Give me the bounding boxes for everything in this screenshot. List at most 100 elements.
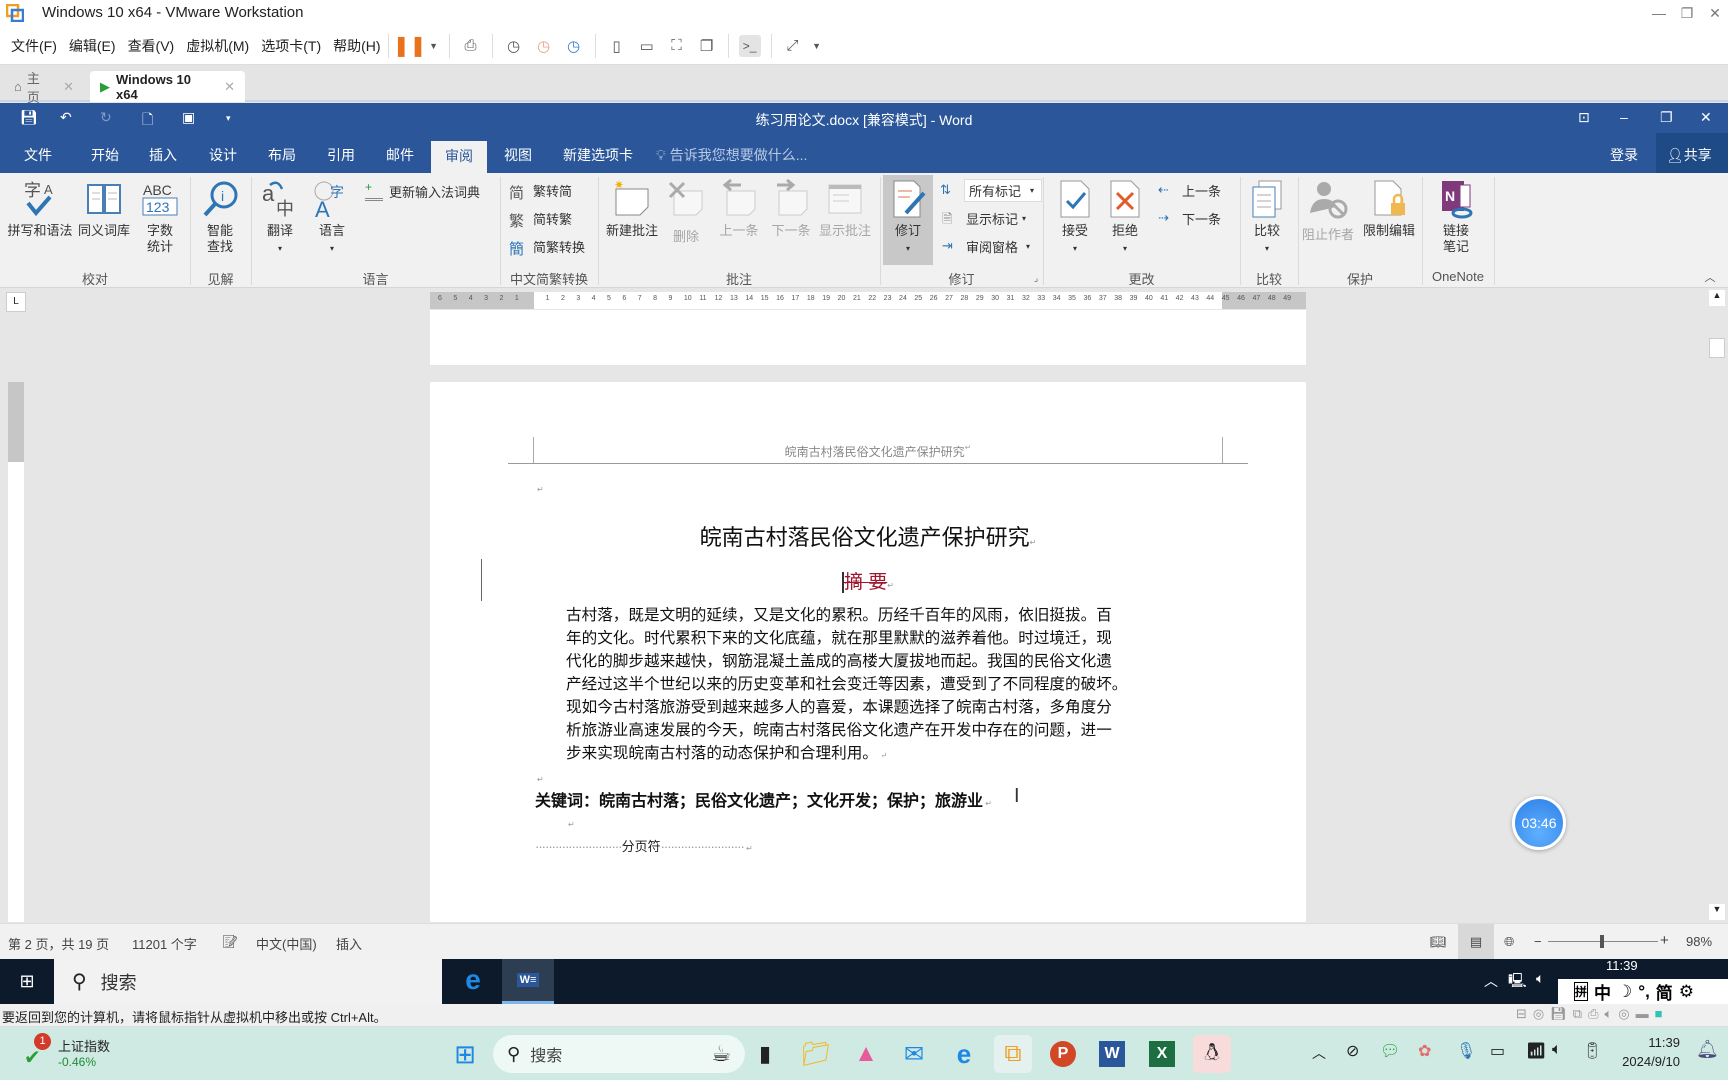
markup-display-select[interactable]: ⇅ 所有标记 ▾	[940, 179, 1042, 202]
accept-button[interactable]: 接受 ▾	[1052, 179, 1098, 257]
cd-icon[interactable]: ◎	[1533, 1006, 1544, 1022]
floppy-icon[interactable]: 💾︎	[1550, 1006, 1567, 1022]
network-icon[interactable]: 🖳︎	[1508, 970, 1527, 994]
ime-settings-icon[interactable]: ⚙	[1679, 982, 1694, 1002]
powerpoint-button[interactable]: P	[1044, 1035, 1082, 1073]
vmware-taskbar-button[interactable]: ⧉	[994, 1035, 1032, 1073]
show-markup-button[interactable]: 🗎︎ 显示标记 ▾	[942, 209, 1026, 228]
menu-tabs[interactable]: 选项卡(T)	[261, 36, 321, 56]
translate-button[interactable]: a中 翻译 ▾	[258, 179, 302, 257]
language-status[interactable]: 中文(中国)	[256, 934, 317, 953]
word-taskbar-button[interactable]: W≡	[502, 959, 554, 1004]
close-button[interactable]: ✕	[1700, 109, 1712, 126]
tell-me-search[interactable]: 💡︎ 告诉我您想要做什么...	[656, 145, 807, 165]
snapshot-take-icon[interactable]: ◷	[503, 35, 525, 57]
sync-off-icon[interactable]: ⊘	[1346, 1041, 1359, 1061]
tab-insert[interactable]: 插入	[149, 145, 177, 165]
abstract-body[interactable]: 古村落，既是文明的延续，又是文化的累积。历经千百年的风雨，依旧挺拔。百 年的文化…	[566, 604, 1206, 767]
pause-icon[interactable]: ❚❚	[393, 35, 427, 57]
floating-timer[interactable]: 03:46	[1512, 796, 1566, 850]
edge-legacy-icon[interactable]: e	[452, 959, 494, 1004]
ime-pinyin[interactable]: 拼	[1574, 982, 1589, 1001]
copilot-button[interactable]: ▲	[847, 1035, 885, 1073]
host-search-box[interactable]: ⚲ 搜索 ☕	[493, 1035, 745, 1073]
minimize-button[interactable]: –	[1620, 109, 1628, 125]
tab-references[interactable]: 引用	[327, 145, 355, 165]
start-button[interactable]: ⊞	[0, 959, 54, 1004]
word-count-button[interactable]: ABC 123 字数 统计	[136, 179, 184, 255]
message-log-icon[interactable]: ■	[1655, 1006, 1663, 1022]
guest-clock[interactable]: 11:39	[1606, 958, 1638, 973]
ribbon-display-options-icon[interactable]: ⊡	[1578, 109, 1590, 126]
spelling-grammar-button[interactable]: 字A 拼写和语法	[6, 179, 74, 239]
app-tray-icon[interactable]: ✿	[1418, 1041, 1431, 1061]
linked-notes-button[interactable]: N 链接 笔记	[1428, 179, 1484, 255]
track-changes-button[interactable]: 修订 ▾	[883, 175, 933, 265]
guest-search-box[interactable]: ⚲ 搜索	[54, 959, 442, 1004]
keywords[interactable]: 关键词：皖南古村落；民俗文化遗产；文化开发；保护；旅游业 ↵	[535, 787, 992, 811]
insert-mode[interactable]: 插入	[336, 934, 362, 953]
new-comment-button[interactable]: ✷ 新建批注	[604, 179, 660, 239]
dropdown-arrow-icon[interactable]: ▼	[429, 35, 439, 57]
tab-selector[interactable]: L	[6, 292, 26, 312]
web-layout-icon[interactable]: 🌐︎	[1504, 934, 1514, 950]
collapse-ribbon-icon[interactable]: ︿	[1700, 269, 1720, 285]
usb-icon[interactable]: ▬	[1636, 1006, 1649, 1022]
notification-bell-icon[interactable]: 🔔︎	[1696, 1039, 1719, 1060]
tab-new[interactable]: 新建选项卡	[563, 145, 633, 165]
ime-chinese-mode[interactable]: 中	[1594, 979, 1611, 1004]
reviewing-pane-button[interactable]: ⇥ 审阅窗格 ▾	[942, 237, 1030, 256]
ime-simplified[interactable]: 简	[1656, 979, 1673, 1004]
update-ime-dictionary-button[interactable]: + 更新输入法词典	[365, 181, 480, 201]
snapshot-manager-icon[interactable]: ◷	[563, 35, 585, 57]
zoom-level[interactable]: 98%	[1686, 934, 1712, 949]
wifi-icon[interactable]: 📶︎	[1526, 1041, 1546, 1061]
mail-button[interactable]: ✉	[895, 1035, 933, 1073]
volume-icon[interactable]: 🔈︎	[1552, 1041, 1562, 1059]
read-mode-icon[interactable]: 📖︎	[1430, 934, 1447, 950]
unity-icon[interactable]: ❐	[696, 35, 718, 57]
document-title[interactable]: 皖南古村落民俗文化遗产保护研究↵	[430, 520, 1306, 552]
menu-help[interactable]: 帮助(H)	[333, 36, 380, 56]
host-start-button[interactable]: ⊞	[446, 1035, 484, 1073]
next-change-button[interactable]: ⇢ 下一条	[1158, 209, 1221, 228]
zoom-slider-thumb[interactable]	[1599, 935, 1604, 948]
traditional-to-simplified-button[interactable]: 简繁转简	[509, 181, 572, 202]
vertical-ruler[interactable]	[8, 382, 24, 922]
show-hidden-icons[interactable]: ︿	[1484, 971, 1498, 991]
show-hidden-icons[interactable]: ︿	[1312, 1043, 1326, 1063]
restore-button[interactable]: ❐	[1674, 0, 1700, 27]
next-comment-button[interactable]: 下一条	[766, 179, 816, 239]
ime-halfwidth-icon[interactable]: ☽	[1617, 982, 1632, 1002]
page-count[interactable]: 第 2 页，共 19 页	[8, 934, 109, 953]
zoom-out-button[interactable]: −	[1534, 934, 1542, 949]
snapshot-revert-icon[interactable]: ◷	[533, 35, 555, 57]
restrict-editing-button[interactable]: 限制编辑	[1360, 179, 1418, 239]
tab-file[interactable]: 文件	[24, 145, 52, 165]
delete-comment-button[interactable]: 删除	[664, 179, 708, 244]
zoom-in-button[interactable]: +	[1660, 932, 1669, 949]
close-icon[interactable]: ✕	[63, 79, 74, 95]
camera-icon[interactable]: ◎	[1618, 1006, 1629, 1022]
scroll-thumb[interactable]	[1709, 338, 1725, 358]
hdd-icon[interactable]: ⊟	[1516, 1006, 1527, 1022]
vertical-scrollbar[interactable]: ▲ ▼	[1706, 290, 1728, 922]
fullscreen-icon[interactable]: ⛶	[666, 35, 688, 57]
page-header[interactable]: 皖南古村落民俗文化遗产保护研究↵	[533, 437, 1223, 463]
smart-lookup-button[interactable]: i 智能 查找	[198, 179, 242, 255]
thesaurus-button[interactable]: 同义词库	[76, 179, 132, 239]
microphone-icon[interactable]: 🎙︎	[1456, 1041, 1476, 1061]
previous-change-button[interactable]: ⇠ 上一条	[1158, 181, 1221, 200]
word-button[interactable]: W	[1093, 1035, 1131, 1073]
dropdown-arrow-icon[interactable]: ▼	[812, 35, 822, 57]
tab-mailings[interactable]: 邮件	[386, 145, 414, 165]
horizontal-ruler[interactable]: 6 5 4 3 2 1 1 2 3 4 5 6 7 8 9 10 11 12 13 14 15 16 17 18 19 20 21 2…	[430, 292, 1306, 309]
chinese-conversion-button[interactable]: 簡简繁转换	[509, 237, 585, 258]
show-comments-button[interactable]: 显示批注	[816, 179, 874, 239]
ime-toolbar[interactable]: 拼 中 ☽ °, 简 ⚙	[1558, 979, 1728, 1004]
network-adapter-icon[interactable]: ⧉	[1573, 1006, 1582, 1022]
block-authors-button[interactable]: 阻止作者	[1300, 179, 1356, 242]
abstract-heading[interactable]: 摘 要↵	[430, 567, 1306, 594]
send-ctrl-alt-del-icon[interactable]: ⎙	[460, 35, 482, 57]
compare-button[interactable]: 比较 ▾	[1244, 179, 1290, 257]
